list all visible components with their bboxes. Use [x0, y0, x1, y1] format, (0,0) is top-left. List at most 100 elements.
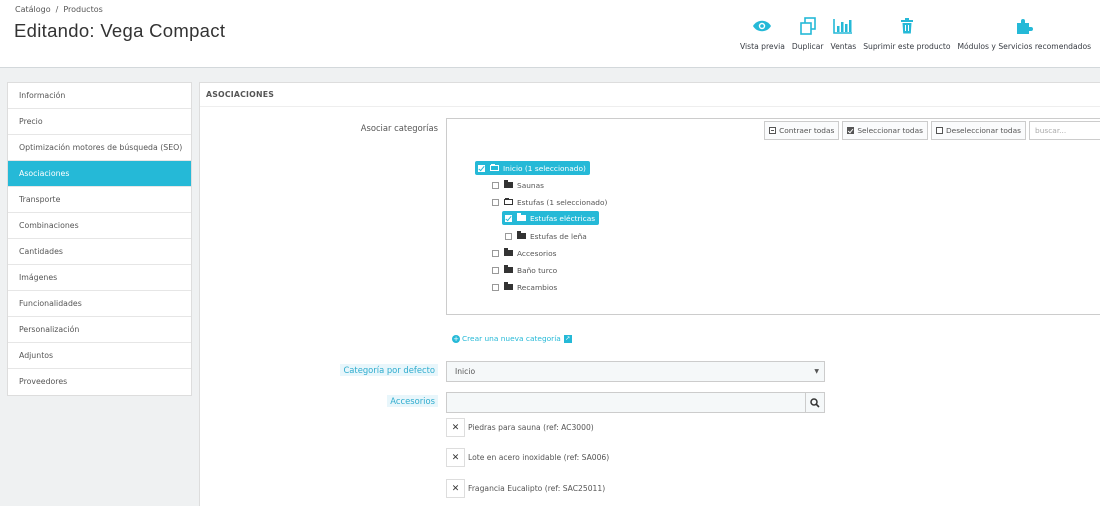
tab-quantities[interactable]: Cantidades — [8, 239, 191, 265]
toolbar: Vista previa Duplicar Ventas Suprimir es… — [740, 14, 1098, 51]
trash-icon — [900, 14, 914, 38]
search-icon — [810, 397, 820, 408]
collapse-all-button[interactable]: Contraer todas — [764, 121, 840, 140]
checkbox[interactable] — [492, 181, 499, 189]
tab-attachments[interactable]: Adjuntos — [8, 343, 191, 369]
page-title: Editando: Vega Compact — [14, 20, 226, 41]
tab-suppliers[interactable]: Proveedores — [8, 369, 191, 395]
delete-product-label: Suprimir este producto — [863, 42, 951, 51]
tree-node-label: Estufas de leña — [530, 231, 587, 241]
tree-node-bano-turco[interactable]: Baño turco — [492, 263, 561, 277]
product-tabs-sidebar: Información Precio Optimización motores … — [7, 82, 192, 396]
eye-icon — [752, 14, 772, 38]
folder-icon — [504, 265, 513, 273]
accessory-item: ✕ Piedras para sauna (ref: AC3000) — [446, 418, 594, 437]
folder-icon — [517, 213, 526, 221]
tree-node-label: Accesorios — [517, 248, 557, 258]
deselect-all-button[interactable]: Deseleccionar todas — [930, 121, 1026, 140]
tree-node-estufas-de-lena[interactable]: Estufas de leña — [505, 229, 591, 243]
breadcrumb-products[interactable]: Productos — [63, 5, 102, 14]
tree-node-estufas-electricas[interactable]: Estufas eléctricas — [502, 211, 600, 225]
tree-node-label: Inicio (1 seleccionado) — [503, 163, 586, 173]
accessory-item: ✕ Lote en acero inoxidable (ref: SA006) — [446, 448, 609, 467]
close-icon: ✕ — [451, 452, 460, 463]
folder-icon — [517, 231, 526, 239]
bar-chart-icon — [833, 14, 853, 38]
accessories-search-input[interactable] — [446, 392, 806, 413]
category-tree: Contraer todas Seleccionar todas Deselec… — [446, 118, 1100, 315]
tree-node-accesorios[interactable]: Accesorios — [492, 246, 560, 260]
tree-node-inicio[interactable]: Inicio (1 seleccionado) — [475, 161, 590, 175]
folder-open-icon — [490, 164, 499, 171]
folder-open-icon — [504, 198, 513, 205]
checkbox[interactable] — [492, 249, 499, 257]
preview-button[interactable]: Vista previa — [740, 14, 785, 51]
default-category-select[interactable]: Inicio ▼ — [446, 361, 825, 382]
checkbox[interactable] — [492, 283, 499, 291]
tree-toolbar: Contraer todas Seleccionar todas Deselec… — [764, 121, 1100, 140]
tree-node-label: Baño turco — [517, 265, 558, 275]
close-icon: ✕ — [451, 422, 460, 433]
page-header: Catálogo / Productos Editando: Vega Compac… — [0, 0, 1100, 68]
sales-button[interactable]: Ventas — [830, 14, 857, 51]
tree-node-estufas[interactable]: Estufas (1 seleccionado) — [492, 195, 611, 209]
copy-icon — [799, 14, 817, 38]
tree-node-label: Recambios — [517, 282, 558, 292]
remove-accessory-button[interactable]: ✕ — [446, 479, 465, 498]
tab-associations[interactable]: Asociaciones — [8, 161, 191, 187]
remove-accessory-button[interactable]: ✕ — [446, 418, 465, 437]
select-all-button[interactable]: Seleccionar todas — [842, 121, 928, 140]
checkbox[interactable] — [505, 214, 512, 222]
tab-combinations[interactable]: Combinaciones — [8, 213, 191, 239]
tab-images[interactable]: Imágenes — [8, 265, 191, 291]
empty-square-icon — [935, 127, 943, 134]
duplicate-label: Duplicar — [791, 42, 824, 51]
external-link-icon: ↗ — [563, 334, 572, 343]
associations-panel: ASOCIACIONES Asociar categorías Contraer… — [199, 82, 1100, 506]
accessory-item: ✕ Fragancia Eucalipto (ref: SAC25011) — [446, 479, 605, 498]
checkbox[interactable] — [478, 164, 485, 172]
folder-icon — [504, 282, 513, 290]
collapse-all-label: Contraer todas — [779, 126, 835, 135]
checkbox[interactable] — [492, 266, 499, 274]
checked-square-icon — [847, 127, 855, 134]
close-icon: ✕ — [451, 483, 460, 494]
tree-node-saunas[interactable]: Saunas — [492, 178, 548, 192]
collapse-icon — [769, 127, 777, 134]
breadcrumb-catalog[interactable]: Catálogo — [15, 5, 51, 14]
breadcrumb-separator: / — [55, 5, 59, 14]
delete-product-button[interactable]: Suprimir este producto — [863, 14, 950, 51]
category-search-input[interactable]: buscar... — [1029, 121, 1100, 140]
checkbox[interactable] — [505, 232, 512, 240]
breadcrumb: Catálogo / Productos — [15, 5, 103, 14]
tab-customization[interactable]: Personalización — [8, 317, 191, 343]
duplicate-button[interactable]: Duplicar — [792, 14, 824, 51]
default-category-label: Categoría por defecto — [340, 364, 438, 376]
tab-seo[interactable]: Optimización motores de búsqueda (SEO) — [8, 135, 191, 161]
create-category-link[interactable]: + Crear una nueva categoría ↗ — [452, 334, 572, 343]
caret-down-icon: ▼ — [814, 368, 819, 375]
plus-circle-icon: + — [452, 334, 460, 343]
tab-shipping[interactable]: Transporte — [8, 187, 191, 213]
modules-label: Módulos y Servicios recomendados — [957, 42, 1092, 51]
tree-node-label: Estufas (1 seleccionado) — [517, 197, 608, 207]
accessory-label: Fragancia Eucalipto (ref: SAC25011) — [468, 484, 606, 493]
modules-button[interactable]: Módulos y Servicios recomendados — [957, 14, 1091, 51]
accessories-search-button[interactable] — [805, 392, 825, 413]
checkbox[interactable] — [492, 198, 499, 206]
tree-node-label: Estufas eléctricas — [530, 213, 596, 223]
remove-accessory-button[interactable]: ✕ — [446, 448, 465, 467]
accessory-label: Piedras para sauna (ref: AC3000) — [468, 423, 594, 432]
tree-node-recambios[interactable]: Recambios — [492, 280, 561, 294]
create-category-label: Crear una nueva categoría — [462, 334, 561, 343]
tab-price[interactable]: Precio — [8, 109, 191, 135]
sales-label: Ventas — [830, 42, 857, 51]
accessories-label: Accesorios — [387, 395, 438, 407]
folder-icon — [504, 248, 513, 256]
select-all-label: Seleccionar todas — [857, 126, 923, 135]
default-category-value: Inicio — [455, 367, 476, 376]
deselect-all-label: Deseleccionar todas — [945, 126, 1021, 135]
panel-title: ASOCIACIONES — [200, 83, 1100, 107]
tab-features[interactable]: Funcionalidades — [8, 291, 191, 317]
tab-information[interactable]: Información — [8, 83, 191, 109]
